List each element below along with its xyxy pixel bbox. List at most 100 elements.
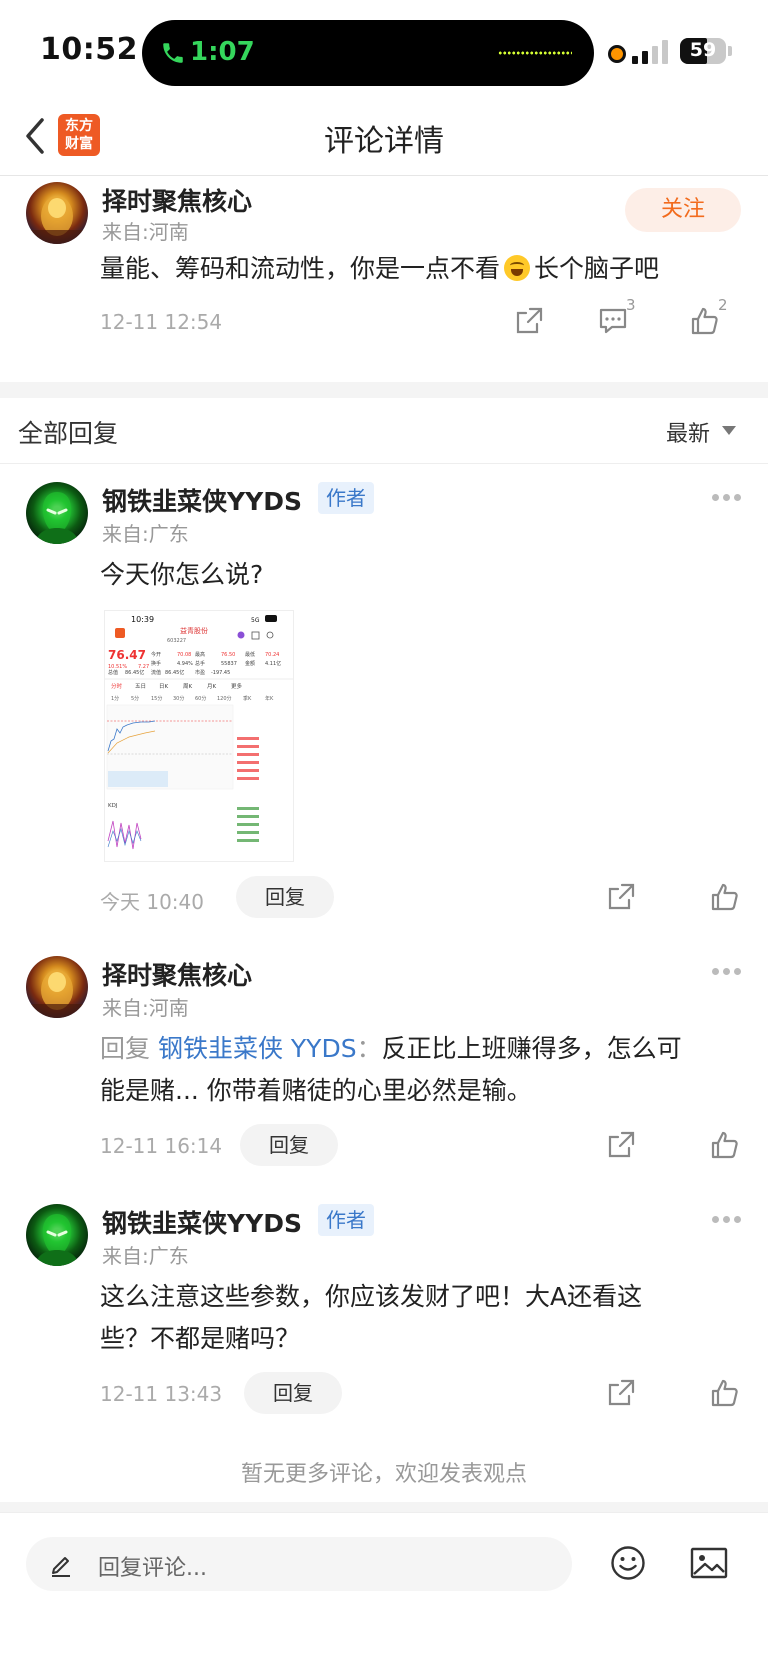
thumb-tab-3: 周K bbox=[183, 683, 193, 690]
reply-prefix: 回复 bbox=[100, 1034, 151, 1063]
call-duration: 1:07 bbox=[190, 37, 255, 67]
thumb-stock-code: 603227 bbox=[167, 638, 186, 644]
main-comment: 择时聚焦核心 来自:河南 关注 量能、筹码和流动性，你是一点不看 长个脑子吧 12… bbox=[0, 176, 768, 382]
thumb-row2-2: 总手 bbox=[195, 660, 205, 667]
thumb-network: 5G bbox=[251, 617, 260, 624]
share-icon[interactable] bbox=[606, 1378, 636, 1408]
no-more-comments-note: 暂无更多评论，欢迎发表观点 bbox=[240, 1462, 527, 1487]
author-name[interactable]: 钢铁韭菜侠YYDS bbox=[102, 482, 302, 518]
like-icon[interactable] bbox=[690, 306, 720, 336]
thumb-period-7: 年K bbox=[265, 695, 274, 702]
avatar[interactable] bbox=[26, 1204, 88, 1266]
author-name[interactable]: 择时聚焦核心 bbox=[102, 956, 252, 992]
thumb-row2-1: 4.94% bbox=[177, 661, 193, 667]
like-icon[interactable] bbox=[710, 1378, 740, 1408]
reply-text-line-1: 反正比上班赚得多，怎么可 bbox=[381, 1034, 682, 1063]
thumb-time: 10:39 bbox=[131, 615, 154, 624]
reply-time: 12-11 16:14 bbox=[100, 1134, 223, 1158]
thumb-row2-4: 金额 bbox=[245, 660, 255, 667]
like-icon[interactable] bbox=[710, 882, 740, 912]
emoji-icon[interactable] bbox=[610, 1545, 646, 1581]
thumb-logo bbox=[115, 628, 125, 638]
image-icon[interactable] bbox=[690, 1547, 728, 1579]
author-name[interactable]: 钢铁韭菜侠YYDS bbox=[102, 1204, 302, 1240]
author-location: 来自:广东 bbox=[102, 1244, 189, 1268]
reply-text-line-1: 这么注意这些参数，你应该发财了吧！大A还看这 bbox=[100, 1282, 643, 1311]
avatar[interactable] bbox=[26, 956, 88, 1018]
attached-image[interactable]: 10:39 5G 益青股份 603227 76.47 10.51% 7.27 今… bbox=[104, 610, 294, 862]
chevron-down-icon[interactable] bbox=[722, 426, 736, 435]
share-icon[interactable] bbox=[606, 882, 636, 912]
share-icon[interactable] bbox=[514, 306, 544, 336]
thumb-row2-3: 55837 bbox=[221, 661, 237, 667]
thumb-kdj-label: KDJ bbox=[108, 803, 118, 809]
reply-time: 12-11 13:43 bbox=[100, 1382, 223, 1406]
author-badge: 作者 bbox=[318, 482, 374, 514]
status-time: 10:52 bbox=[40, 32, 138, 67]
reply-button[interactable]: 回复 bbox=[244, 1372, 342, 1414]
all-replies-label: 全部回复 bbox=[18, 419, 119, 448]
author-badge: 作者 bbox=[318, 1204, 374, 1236]
reply-button[interactable]: 回复 bbox=[236, 876, 334, 918]
phone-icon bbox=[163, 43, 183, 63]
sort-dropdown[interactable]: 最新 bbox=[666, 416, 710, 448]
thumb-row3-1: 86.45亿 bbox=[125, 669, 144, 676]
thumb-kdj-line bbox=[107, 820, 142, 850]
share-icon[interactable] bbox=[606, 1130, 636, 1160]
author-location: 来自:河南 bbox=[102, 220, 189, 244]
status-bar: 10:52 1:07 59 bbox=[0, 0, 768, 96]
more-options-icon[interactable] bbox=[712, 968, 744, 976]
reply-input-placeholder: 回复评论... bbox=[98, 1556, 207, 1581]
thumb-eye-icon bbox=[237, 631, 245, 639]
thumb-period-0: 1分 bbox=[111, 695, 119, 702]
avatar[interactable] bbox=[26, 182, 88, 244]
follow-button[interactable]: 关注 bbox=[625, 188, 741, 232]
more-options-icon[interactable] bbox=[712, 1216, 744, 1224]
thumb-tab-0: 分时 bbox=[111, 682, 123, 690]
thumb-row3-4: 市盈 bbox=[195, 669, 205, 676]
page-title: 评论详情 bbox=[324, 124, 444, 159]
thumb-period-1: 5分 bbox=[131, 695, 139, 702]
mention-separator: ： bbox=[356, 1034, 382, 1063]
reply-text-line-2: 些？不都是赌吗？ bbox=[100, 1324, 301, 1353]
reply-text: 今天你怎么说? bbox=[100, 560, 264, 589]
thumb-stock-name: 益青股份 bbox=[180, 626, 208, 635]
thumb-row3-5: -197.45 bbox=[211, 670, 230, 676]
like-count: 2 bbox=[718, 296, 728, 314]
thumb-row3-0: 总值 bbox=[108, 669, 118, 676]
mention-link[interactable]: 钢铁韭菜侠 YYDS bbox=[158, 1034, 357, 1063]
thumb-share-icon bbox=[251, 631, 260, 640]
thumb-period-2: 15分 bbox=[151, 695, 162, 702]
laugh-cry-emoji-icon bbox=[504, 255, 531, 281]
author-name[interactable]: 择时聚焦核心 bbox=[102, 182, 252, 218]
signal-strength-icon bbox=[632, 40, 672, 64]
more-options-icon[interactable] bbox=[712, 494, 744, 502]
comment-composer-bar: 回复评论... bbox=[0, 1512, 768, 1665]
comment-text: 量能、筹码和流动性，你是一点不看 长个脑子吧 bbox=[100, 248, 659, 290]
battery-level: 59 bbox=[689, 39, 717, 61]
section-divider bbox=[0, 382, 768, 398]
section-divider bbox=[0, 1502, 768, 1512]
thumb-row3-2: 流值 bbox=[151, 669, 161, 676]
thumb-row1-5: 70.24 bbox=[265, 652, 279, 658]
thumb-price: 76.47 bbox=[108, 648, 146, 662]
reply-button[interactable]: 回复 bbox=[240, 1124, 338, 1166]
thumb-tab-4: 月K bbox=[207, 683, 217, 690]
reply-text: 回复 钢铁韭菜侠 YYDS：反正比上班赚得多，怎么可 能是赌... 你带着赌徒的… bbox=[100, 1028, 740, 1112]
thumb-tab-2: 日K bbox=[159, 683, 169, 690]
dynamic-island[interactable]: 1:07 bbox=[142, 20, 594, 86]
pencil-icon bbox=[52, 1557, 70, 1577]
thumb-period-4: 60分 bbox=[195, 695, 206, 702]
avatar[interactable] bbox=[26, 482, 88, 544]
audio-waveform-icon bbox=[498, 51, 572, 55]
thumb-row1-0: 今开 bbox=[151, 651, 161, 658]
comment-time: 12-11 12:54 bbox=[100, 310, 223, 334]
comment-text-part-1: 量能、筹码和流动性，你是一点不看 bbox=[100, 254, 501, 283]
recording-indicator-icon bbox=[608, 45, 626, 63]
comment-icon[interactable] bbox=[598, 306, 628, 336]
battery-cap bbox=[728, 46, 732, 56]
thumb-battery-icon bbox=[265, 615, 277, 622]
reply-input[interactable]: 回复评论... bbox=[26, 1537, 572, 1591]
comment-count: 3 bbox=[626, 296, 636, 314]
like-icon[interactable] bbox=[710, 1130, 740, 1160]
